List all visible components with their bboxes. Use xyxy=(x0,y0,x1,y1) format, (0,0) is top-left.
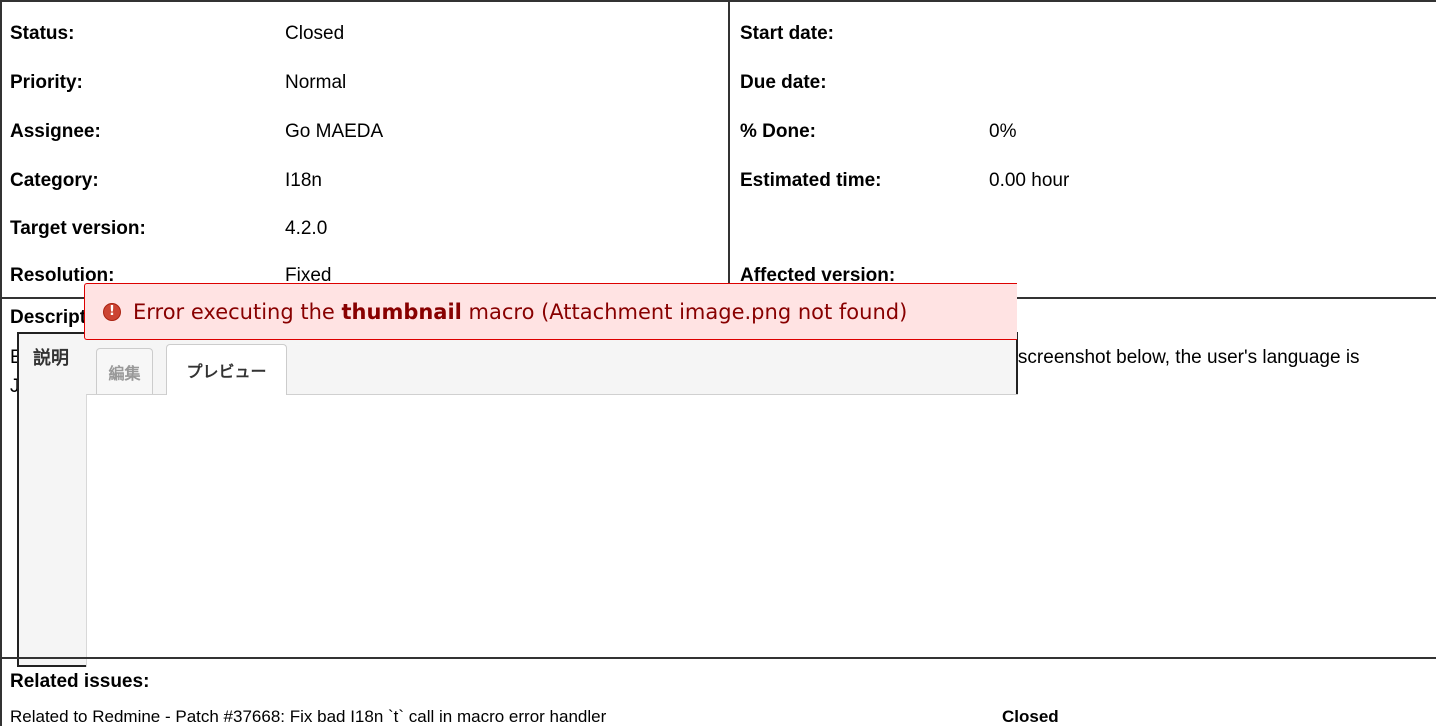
estimated-time-value: 0.00 hour xyxy=(989,170,1070,191)
attribute-estimated-time: Estimated time: 0.00 hour xyxy=(730,157,1436,205)
screenshot-tab-edit: 編集 xyxy=(96,348,153,394)
attribute-done-ratio: % Done: 0% xyxy=(730,108,1436,156)
assignee-label: Assignee: xyxy=(10,121,101,142)
description-screenshot: 説明 編集 プレビュー xyxy=(17,332,1018,667)
attribute-assignee: Assignee: Go MAEDA xyxy=(2,108,728,156)
error-icon: ! xyxy=(103,302,121,321)
issue-attributes: Status: Closed Priority: Normal Assignee… xyxy=(0,0,1436,299)
priority-label: Priority: xyxy=(10,72,83,93)
status-label: Status: xyxy=(10,23,75,44)
related-issues-heading: Related issues: xyxy=(10,671,150,692)
related-issue-status: Closed xyxy=(1002,707,1059,726)
screenshot-preview-panel xyxy=(86,394,1018,667)
screenshot-field-label: 説明 xyxy=(33,348,69,369)
done-ratio-value: 0% xyxy=(989,121,1017,142)
attribute-start-date: Start date: xyxy=(730,10,1436,58)
category-value: I18n xyxy=(285,170,322,191)
priority-value: Normal xyxy=(285,72,347,93)
screenshot-tab-preview: プレビュー xyxy=(166,344,287,395)
macro-error-message: ! Error executing the thumbnail macro (A… xyxy=(84,283,1017,340)
error-macro-name: thumbnail xyxy=(341,299,462,324)
related-issue-link[interactable]: Related to Redmine - Patch #37668: Fix b… xyxy=(10,707,606,726)
attribute-priority: Priority: Normal xyxy=(2,59,728,107)
attributes-left-column: Status: Closed Priority: Normal Assignee… xyxy=(2,2,728,299)
related-issues-section: Related issues: Related to Redmine - Pat… xyxy=(0,657,1436,726)
attribute-category: Category: I18n xyxy=(2,157,728,205)
status-value: Closed xyxy=(285,23,345,44)
error-suffix: macro (Attachment image.png not found) xyxy=(461,299,908,324)
category-label: Category: xyxy=(10,170,99,191)
done-ratio-label: % Done: xyxy=(740,121,816,142)
error-prefix: Error executing the xyxy=(133,299,342,324)
assignee-value[interactable]: Go MAEDA xyxy=(285,121,383,143)
target-version-value[interactable]: 4.2.0 xyxy=(285,218,327,240)
due-date-label: Due date: xyxy=(740,72,827,93)
target-version-label: Target version: xyxy=(10,218,146,239)
estimated-time-label: Estimated time: xyxy=(740,170,882,191)
attribute-status: Status: Closed xyxy=(2,10,728,58)
attribute-target-version: Target version: 4.2.0 xyxy=(2,205,728,253)
attributes-right-column: Start date: Due date: % Done: 0% Estimat… xyxy=(728,2,1436,299)
attribute-due-date: Due date: xyxy=(730,59,1436,107)
start-date-label: Start date: xyxy=(740,23,834,44)
